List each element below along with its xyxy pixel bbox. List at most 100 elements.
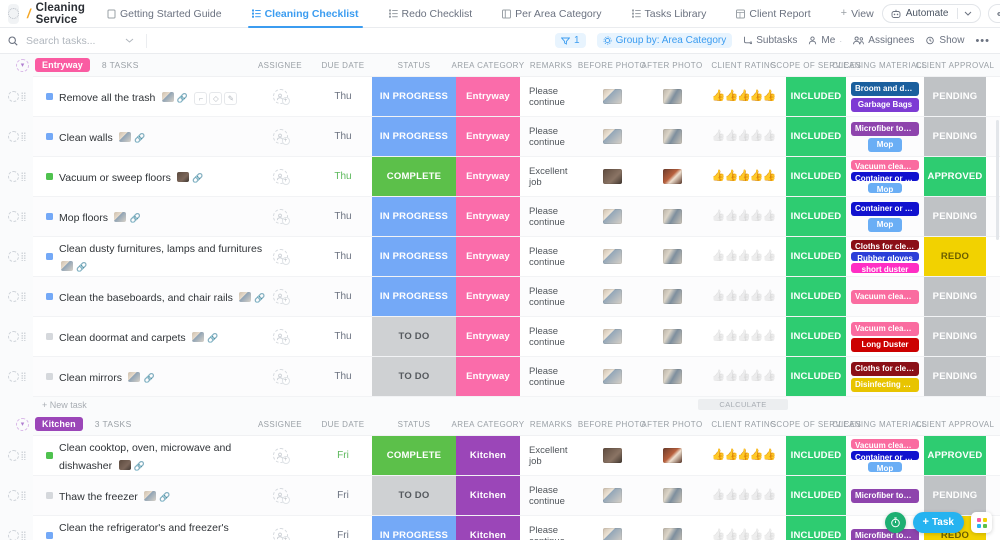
rating-thumb-icon[interactable]: 👍 (712, 331, 726, 342)
before-photo-cell[interactable] (582, 237, 642, 276)
add-view-button[interactable]: + View (833, 0, 882, 28)
cleaning-materials-cell[interactable]: Vacuum clean... Container or b... Mop (846, 157, 924, 196)
rating-thumb-icon[interactable]: 👍 (750, 450, 764, 461)
drag-handle-icon[interactable] (20, 372, 26, 381)
status-cell[interactable]: IN PROGRESS (372, 117, 456, 156)
rating-thumb-icon[interactable]: 👍 (724, 371, 738, 382)
add-assignee-icon[interactable]: + (281, 536, 290, 540)
image-thumb-icon[interactable] (177, 171, 190, 182)
assignee-cell[interactable]: + (246, 197, 314, 236)
add-task-fab-button[interactable]: + Task (912, 512, 964, 533)
material-tag[interactable]: Mop (867, 217, 903, 232)
client-rating-cell[interactable]: 👍 👍 👍 👍 👍 (702, 476, 786, 515)
rating-thumb-icon[interactable]: 👍 (763, 450, 777, 461)
assignee-cell[interactable]: + (246, 317, 314, 356)
rating-thumb-icon[interactable]: 👍 (750, 490, 764, 501)
automate-button[interactable]: Automate (881, 4, 981, 23)
rating-thumb-icon[interactable]: 👍 (750, 211, 764, 222)
rating-thumb-icon[interactable]: 👍 (737, 331, 751, 342)
due-date-cell[interactable]: Thu (314, 317, 372, 356)
cleaning-materials-cell[interactable]: Microfiber tow... (846, 476, 924, 515)
column-header-before-photo[interactable]: BEFORE PHOTO (578, 413, 646, 435)
share-button[interactable]: Share (987, 4, 1000, 23)
rating-thumb-icon[interactable]: 👍 (712, 450, 726, 461)
before-photo-cell[interactable] (582, 317, 642, 356)
rating-thumb-icon[interactable]: 👍 (750, 131, 764, 142)
material-tag[interactable]: Microfiber tow... (851, 121, 919, 136)
rating-thumb-icon[interactable]: 👍 (750, 291, 764, 302)
rating-thumb-icon[interactable]: 👍 (737, 131, 751, 142)
after-photo-thumbnail[interactable] (662, 169, 682, 184)
scope-of-services-cell[interactable]: INCLUDED (786, 357, 846, 396)
rating-thumb-icon[interactable]: 👍 (737, 450, 751, 461)
rating-thumb-icon[interactable]: 👍 (763, 490, 777, 501)
avatar[interactable]: + (272, 129, 290, 145)
material-tag[interactable]: Rubber gloves (851, 251, 919, 262)
rating-thumb-icon[interactable]: 👍 (724, 91, 738, 102)
status-cell[interactable]: COMPLETE (372, 436, 456, 475)
rating-thumb-icon[interactable]: 👍 (750, 530, 764, 540)
avatar[interactable]: + (272, 488, 290, 504)
paperclip-icon[interactable]: 🔗 (76, 262, 87, 272)
after-photo-thumbnail[interactable] (662, 89, 682, 104)
rating-thumb-icon[interactable]: 👍 (737, 251, 751, 262)
status-cell[interactable]: IN PROGRESS (372, 277, 456, 316)
material-tag[interactable]: Microfiber tow... (851, 488, 919, 503)
new-task-button[interactable]: + New task CALCULATE (0, 397, 1000, 413)
rating-thumb-icon[interactable]: 👍 (737, 91, 751, 102)
tab-client-report[interactable]: Client Report (728, 0, 818, 28)
task-name-cell[interactable]: Clean doormat and carpets 🔗 (33, 317, 273, 356)
row-checkbox[interactable] (7, 371, 19, 382)
add-assignee-icon[interactable]: + (281, 337, 290, 345)
material-tag[interactable]: Long Duster (851, 337, 919, 352)
row-handle-area[interactable] (0, 476, 33, 515)
row-handle-area[interactable] (0, 277, 33, 316)
after-photo-thumbnail[interactable] (662, 289, 682, 304)
task-name-cell[interactable]: Vacuum or sweep floors 🔗 (33, 157, 273, 196)
rating-thumb-icon[interactable]: 👍 (737, 171, 751, 182)
rating-thumb-icon[interactable]: 👍 (724, 331, 738, 342)
paperclip-icon[interactable]: 🔗 (134, 133, 145, 143)
table-row[interactable]: Mop floors 🔗 + Thu IN PROGRESS Entryway … (7, 197, 1000, 237)
column-header-due-date[interactable]: DUE DATE (314, 54, 372, 76)
rating-thumb-icon[interactable]: 👍 (724, 291, 738, 302)
material-tag[interactable]: Container or b... (851, 450, 919, 461)
after-photo-thumbnail[interactable] (662, 129, 682, 144)
material-tag[interactable]: Vacuum clean... (851, 160, 919, 170)
after-photo-thumbnail[interactable] (662, 488, 682, 503)
assignee-cell[interactable]: + (246, 277, 314, 316)
client-approval-cell[interactable]: REDO (924, 237, 986, 276)
remarks-cell[interactable]: Please continue (520, 117, 582, 156)
add-assignee-icon[interactable]: + (281, 377, 290, 385)
add-assignee-icon[interactable]: + (281, 257, 290, 265)
table-row[interactable]: Vacuum or sweep floors 🔗 + Thu COMPLETE … (7, 157, 1000, 197)
image-thumb-icon[interactable] (118, 459, 131, 470)
status-cell[interactable]: COMPLETE (372, 157, 456, 196)
rating-thumb-icon[interactable]: 👍 (737, 530, 751, 540)
drag-handle-icon[interactable] (20, 451, 26, 460)
rating-thumb-icon[interactable]: 👍 (712, 211, 726, 222)
client-rating-cell[interactable]: 👍 👍 👍 👍 👍 (702, 516, 786, 540)
before-photo-thumbnail[interactable] (602, 89, 622, 104)
area-category-cell[interactable]: Entryway (456, 357, 520, 396)
due-date-cell[interactable]: Thu (314, 277, 372, 316)
tab-redo-checklist[interactable]: Redo Checklist (381, 0, 481, 28)
after-photo-cell[interactable] (642, 357, 702, 396)
remarks-cell[interactable]: Please continue (520, 237, 582, 276)
assignee-cell[interactable]: + (246, 237, 314, 276)
more-options-button[interactable]: ••• (975, 35, 990, 46)
after-photo-thumbnail[interactable] (662, 528, 682, 540)
due-date-cell[interactable]: Thu (314, 157, 372, 196)
add-assignee-icon[interactable]: + (281, 137, 290, 145)
area-category-cell[interactable]: Entryway (456, 277, 520, 316)
search-area[interactable] (8, 33, 138, 48)
cleaning-materials-cell[interactable]: Microfiber tow... Mop (846, 117, 924, 156)
after-photo-cell[interactable] (642, 317, 702, 356)
rating-thumb-icon[interactable]: 👍 (763, 171, 777, 182)
material-tag[interactable]: Vacuum clean... (851, 321, 919, 336)
row-handle-area[interactable] (0, 237, 33, 276)
client-approval-cell[interactable]: PENDING (924, 317, 986, 356)
client-rating-cell[interactable]: 👍 👍 👍 👍 👍 (702, 277, 786, 316)
group-badge[interactable]: Entryway (35, 58, 90, 72)
rating-thumb-icon[interactable]: 👍 (712, 530, 726, 540)
